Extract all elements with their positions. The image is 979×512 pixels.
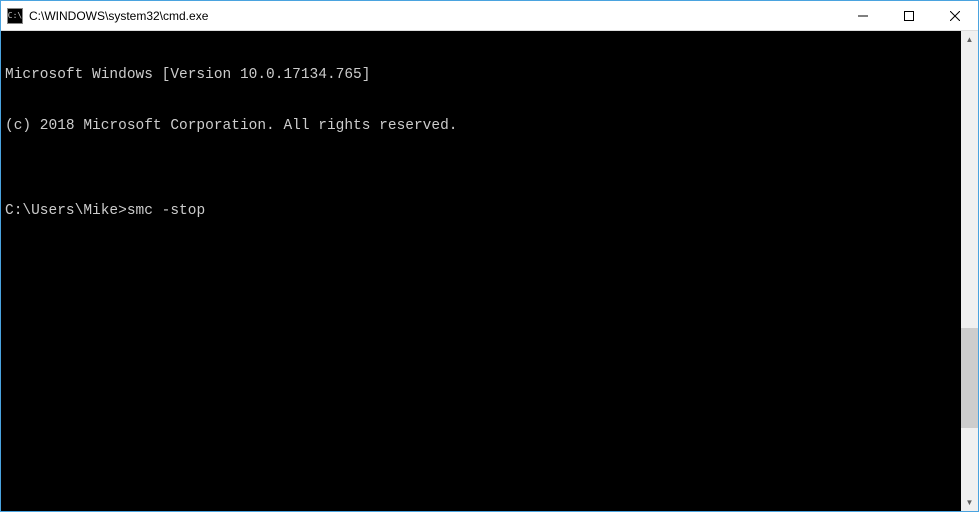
terminal-prompt-line: C:\Users\Mike>smc -stop (5, 203, 961, 220)
cmd-window: C:\ C:\WINDOWS\system32\cmd.exe Microsof… (0, 0, 979, 512)
minimize-button[interactable] (840, 1, 886, 30)
chevron-up-icon: ▲ (966, 35, 974, 44)
terminal-command: smc -stop (127, 203, 205, 219)
window-title: C:\WINDOWS\system32\cmd.exe (29, 9, 840, 23)
terminal-line: (c) 2018 Microsoft Corporation. All righ… (5, 118, 961, 135)
scroll-down-button[interactable]: ▼ (961, 494, 978, 511)
client-area: Microsoft Windows [Version 10.0.17134.76… (1, 31, 978, 511)
chevron-down-icon: ▼ (966, 498, 974, 507)
terminal-line: Microsoft Windows [Version 10.0.17134.76… (5, 67, 961, 84)
terminal[interactable]: Microsoft Windows [Version 10.0.17134.76… (1, 31, 961, 511)
scroll-thumb[interactable] (961, 328, 978, 428)
scrollbar[interactable]: ▲ ▼ (961, 31, 978, 511)
cmd-icon: C:\ (7, 8, 23, 24)
maximize-button[interactable] (886, 1, 932, 30)
terminal-prompt: C:\Users\Mike> (5, 203, 127, 219)
window-controls (840, 1, 978, 30)
titlebar[interactable]: C:\ C:\WINDOWS\system32\cmd.exe (1, 1, 978, 31)
scroll-up-button[interactable]: ▲ (961, 31, 978, 48)
close-button[interactable] (932, 1, 978, 30)
scroll-track[interactable] (961, 48, 978, 494)
